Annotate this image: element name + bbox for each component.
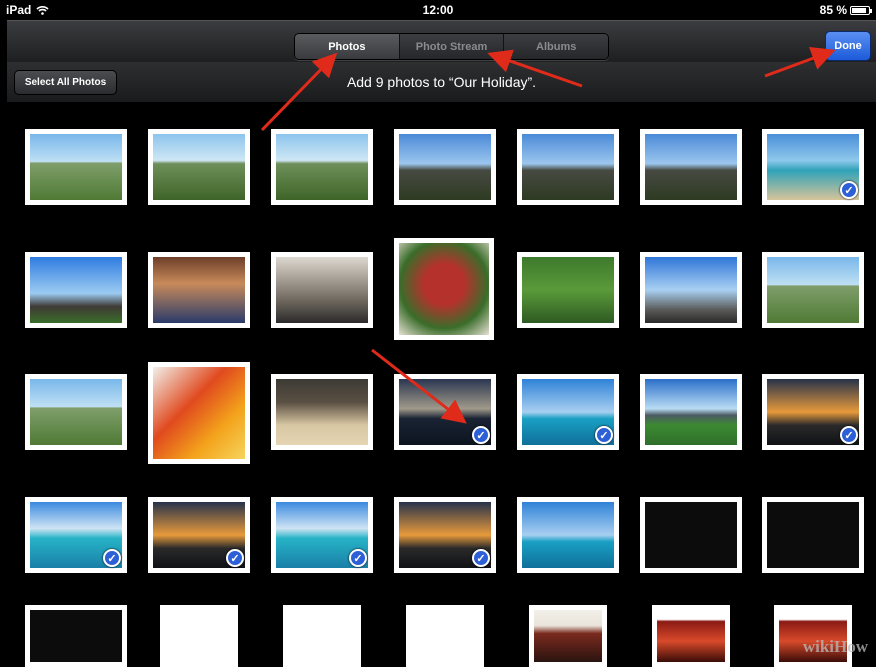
photo-thumbnail[interactable]: [517, 252, 619, 328]
add-photos-title: Add 9 photos to “Our Holiday”.: [346, 74, 537, 90]
photo-thumbnail[interactable]: [640, 374, 742, 450]
photo-image: [276, 134, 368, 200]
done-button[interactable]: Done: [825, 31, 871, 61]
photo-thumbnail[interactable]: [271, 129, 373, 205]
photo-image: [645, 502, 737, 568]
battery-icon: [850, 5, 872, 15]
photo-image: [30, 610, 122, 662]
photo-image: [767, 502, 859, 568]
photo-image: [153, 367, 245, 459]
photo-thumbnail[interactable]: [517, 129, 619, 205]
photo-thumbnail[interactable]: [517, 497, 619, 573]
selection-toolbar: Select All Photos Add 9 photos to “Our H…: [7, 62, 876, 103]
photo-thumbnail[interactable]: [762, 252, 864, 328]
photo-image: [522, 502, 614, 568]
photo-thumbnail[interactable]: [394, 238, 494, 340]
watermark-logo: wikiHow: [802, 637, 868, 656]
photo-thumbnail[interactable]: [271, 252, 373, 328]
photo-image: [522, 134, 614, 200]
navigation-bar: Photos Photo Stream Albums Done: [7, 20, 876, 63]
photo-image: [153, 257, 245, 323]
battery-indicator: 85 %: [819, 3, 872, 17]
photo-thumbnail[interactable]: [774, 605, 852, 667]
photo-thumbnail[interactable]: ✓: [394, 497, 496, 573]
tab-photo-stream[interactable]: Photo Stream: [399, 34, 505, 59]
photo-image: [288, 610, 356, 662]
photo-image: [657, 610, 725, 662]
photo-image: [645, 379, 737, 445]
photo-image: [522, 257, 614, 323]
photo-image: [399, 243, 489, 335]
checkmark-icon: ✓: [840, 181, 858, 199]
photo-image: [276, 379, 368, 445]
photo-thumbnail[interactable]: [283, 605, 361, 667]
photo-thumbnail[interactable]: [25, 129, 127, 205]
photo-thumbnail[interactable]: ✓: [271, 497, 373, 573]
tab-photos[interactable]: Photos: [295, 34, 400, 59]
photo-image: [645, 134, 737, 200]
photo-thumbnail[interactable]: [640, 129, 742, 205]
photo-image: [645, 257, 737, 323]
status-bar: iPad 12:00 85 %: [0, 0, 876, 20]
photo-thumbnail[interactable]: [394, 129, 496, 205]
photo-thumbnail[interactable]: ✓: [762, 374, 864, 450]
photo-image: [534, 610, 602, 662]
photo-thumbnail[interactable]: [762, 497, 864, 573]
checkmark-icon: ✓: [472, 426, 490, 444]
photo-image: [399, 134, 491, 200]
photo-thumbnail[interactable]: [640, 252, 742, 328]
checkmark-icon: ✓: [226, 549, 244, 567]
photo-thumbnail[interactable]: [271, 374, 373, 450]
photo-image: [411, 610, 479, 662]
photo-thumbnail[interactable]: [160, 605, 238, 667]
photo-image: [30, 134, 122, 200]
photo-thumbnail[interactable]: ✓: [762, 129, 864, 205]
checkmark-icon: ✓: [472, 549, 490, 567]
photo-grid: ✓ ✓ ✓ ✓ ✓ ✓ ✓ ✓: [0, 102, 876, 667]
photo-thumbnail[interactable]: ✓: [517, 374, 619, 450]
photo-thumbnail[interactable]: [148, 362, 250, 464]
photo-thumbnail[interactable]: [406, 605, 484, 667]
photo-image: [767, 257, 859, 323]
checkmark-icon: ✓: [840, 426, 858, 444]
checkmark-icon: ✓: [349, 549, 367, 567]
photo-image: [153, 134, 245, 200]
checkmark-icon: ✓: [595, 426, 613, 444]
photo-thumbnail[interactable]: [25, 252, 127, 328]
photo-thumbnail[interactable]: ✓: [25, 497, 127, 573]
photo-image: [30, 257, 122, 323]
photo-thumbnail[interactable]: [148, 252, 250, 328]
photo-thumbnail[interactable]: [25, 374, 127, 450]
photo-thumbnail[interactable]: ✓: [394, 374, 496, 450]
photo-thumbnail[interactable]: [529, 605, 607, 667]
photo-thumbnail[interactable]: [148, 129, 250, 205]
photo-thumbnail[interactable]: [652, 605, 730, 667]
checkmark-icon: ✓: [103, 549, 121, 567]
photo-image: [30, 379, 122, 445]
battery-percent: 85 %: [819, 3, 847, 17]
source-segmented-control: Photos Photo Stream Albums: [294, 33, 609, 60]
photo-image: [165, 610, 233, 662]
clock: 12:00: [422, 3, 454, 17]
photo-thumbnail[interactable]: ✓: [148, 497, 250, 573]
photo-thumbnail[interactable]: [640, 497, 742, 573]
photo-thumbnail[interactable]: [25, 605, 127, 667]
battery-fill: [852, 7, 866, 13]
tab-albums[interactable]: Albums: [504, 34, 608, 59]
photo-image: [276, 257, 368, 323]
